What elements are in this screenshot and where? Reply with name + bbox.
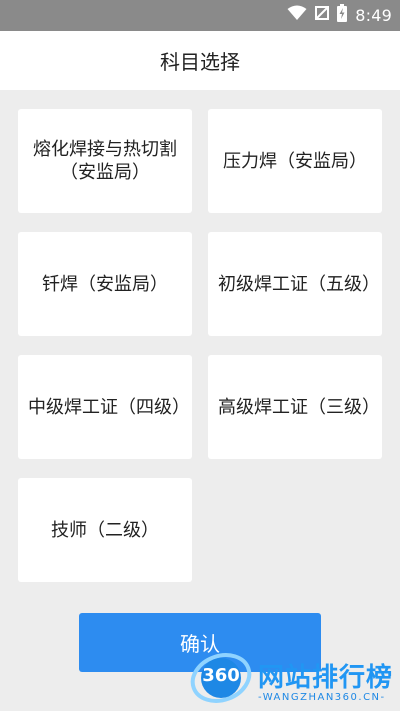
subject-card-label: 熔化焊接与热切割（安监局） (33, 139, 177, 183)
subject-card-pressure-welding[interactable]: 压力焊（安监局） (208, 109, 382, 213)
subject-card-label: 压力焊（安监局） (223, 150, 367, 172)
subject-card-label: 高级焊工证（三级） (218, 396, 380, 418)
subject-card-welder-level-3[interactable]: 高级焊工证（三级） (208, 355, 382, 459)
watermark-subtext: -WANGZHAN360.CN- (258, 692, 386, 703)
battery-charging-icon (337, 4, 348, 26)
subject-grid: 熔化焊接与热切割（安监局） 压力焊（安监局） 钎焊（安监局） 初级焊工证（五级）… (0, 90, 400, 610)
confirm-button[interactable]: 确认 (79, 613, 321, 672)
subject-card-label: 技师（二级） (51, 519, 159, 541)
status-time: 8:49 (355, 5, 392, 25)
subject-card-welder-level-4[interactable]: 中级焊工证（四级） (18, 355, 192, 459)
subject-card-label: 钎焊（安监局） (42, 273, 168, 295)
subject-card-label: 初级焊工证（五级） (218, 273, 380, 295)
subject-card-brazing[interactable]: 钎焊（安监局） (18, 232, 192, 336)
subject-card-label: 中级焊工证（四级） (28, 396, 190, 418)
no-signal-icon (315, 5, 330, 25)
subject-card-welding-cutting[interactable]: 熔化焊接与热切割（安监局） (18, 109, 192, 213)
subject-card-welder-level-5[interactable]: 初级焊工证（五级） (208, 232, 382, 336)
page-title: 科目选择 (160, 50, 240, 74)
status-icons: 8:49 (287, 4, 392, 26)
confirm-label: 确认 (180, 632, 220, 656)
wifi-icon (287, 5, 307, 25)
status-bar: 8:49 (0, 0, 400, 31)
subject-card-technician-level-2[interactable]: 技师（二级） (18, 478, 192, 582)
app-bar: 科目选择 (0, 31, 400, 90)
